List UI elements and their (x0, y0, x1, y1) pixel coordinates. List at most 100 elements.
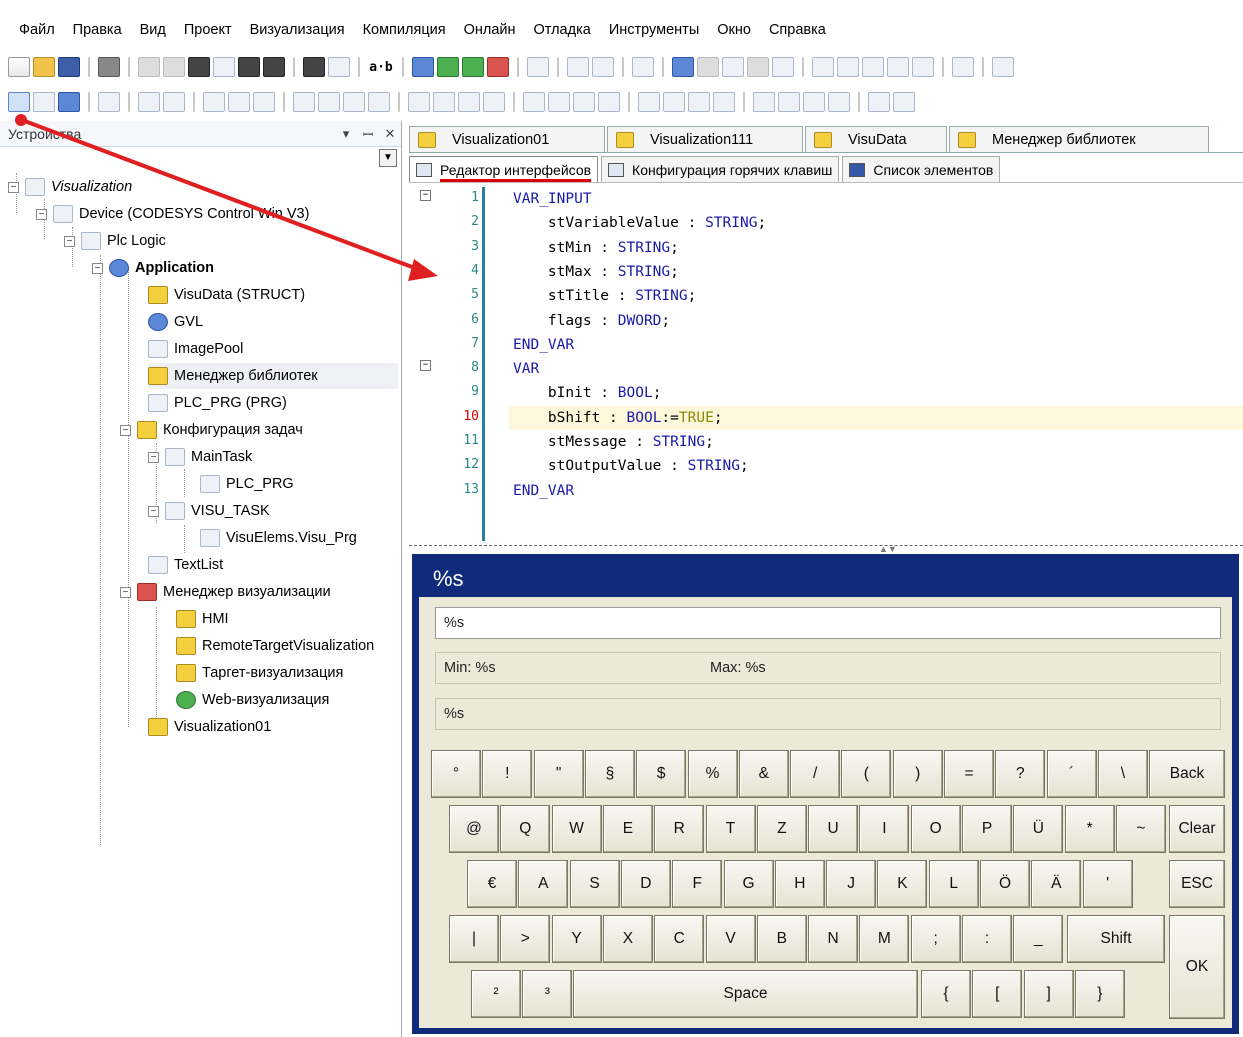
step-over-icon[interactable] (837, 57, 859, 77)
key[interactable]: _ (1013, 915, 1064, 963)
ok-key[interactable]: OK (1169, 915, 1225, 1019)
element-list-icon[interactable] (58, 92, 80, 112)
front-icon[interactable] (753, 92, 775, 112)
key[interactable]: ) (892, 750, 943, 798)
menu-item[interactable]: Правка (64, 22, 131, 38)
key[interactable]: Ö (980, 860, 1030, 908)
key[interactable]: ' (1082, 860, 1133, 908)
cut-icon[interactable] (188, 57, 210, 77)
clipboard-icon[interactable] (527, 57, 549, 77)
reset-icon[interactable] (772, 57, 794, 77)
keyboard-icon[interactable] (632, 57, 654, 77)
shift-key[interactable]: Shift (1067, 915, 1165, 963)
forward-icon[interactable] (803, 92, 825, 112)
key[interactable]: M (859, 915, 910, 963)
key[interactable]: : (962, 915, 1012, 963)
login-icon[interactable] (672, 57, 694, 77)
back-icon[interactable] (778, 92, 800, 112)
distribute-v3-icon[interactable] (573, 92, 595, 112)
interface-editor-icon[interactable] (98, 92, 120, 112)
key[interactable]: W (551, 805, 602, 853)
key[interactable]: T (705, 805, 756, 853)
stop-icon[interactable] (747, 57, 769, 77)
key[interactable]: { (921, 970, 971, 1018)
ungroup-icon[interactable] (163, 92, 185, 112)
back-key[interactable]: Back (1149, 750, 1225, 798)
size-icon[interactable] (638, 92, 660, 112)
tree-item-visudata[interactable]: VisuData (STRUCT) (148, 282, 305, 308)
menu-item[interactable]: Окно (708, 22, 760, 38)
backward-icon[interactable] (828, 92, 850, 112)
align-right-icon[interactable] (253, 92, 275, 112)
collapse-icon[interactable]: − (36, 208, 47, 220)
key[interactable]: ° (431, 750, 481, 798)
tree-item-visutask-call[interactable]: VisuElems.Visu_Prg (200, 525, 357, 551)
key[interactable]: * (1064, 805, 1115, 853)
distribute-v2-icon[interactable] (548, 92, 570, 112)
key[interactable]: H (774, 860, 825, 908)
key[interactable]: § (584, 750, 635, 798)
distribute-h4-icon[interactable] (483, 92, 505, 112)
esc-key[interactable]: ESC (1169, 860, 1225, 908)
space-key[interactable]: Space (573, 970, 918, 1018)
paste-icon[interactable] (238, 57, 260, 77)
key[interactable]: Y (551, 915, 602, 963)
tree-item-plc-prg[interactable]: PLC_PRG (PRG) (148, 390, 287, 416)
distribute-h2-icon[interactable] (433, 92, 455, 112)
key[interactable]: Ä (1031, 860, 1082, 908)
tree-item-visu-task[interactable]: − VISU_TASK (148, 498, 270, 524)
key[interactable]: J (826, 860, 877, 908)
build-icon[interactable] (437, 57, 459, 77)
key[interactable]: ; (910, 915, 961, 963)
menu-item[interactable]: Онлайн (455, 22, 525, 38)
layout-icon[interactable] (567, 57, 589, 77)
key[interactable]: ~ (1115, 805, 1166, 853)
key[interactable]: / (790, 750, 841, 798)
key[interactable]: S (569, 860, 620, 908)
key[interactable]: € (467, 860, 517, 908)
key[interactable]: ! (482, 750, 533, 798)
align-middle-icon[interactable] (318, 92, 340, 112)
menu-item[interactable]: Проект (175, 22, 241, 38)
tree-item-visualization01[interactable]: Visualization01 (148, 714, 271, 740)
collapse-icon[interactable]: − (148, 451, 159, 463)
key[interactable]: D (620, 860, 671, 908)
key[interactable]: F (672, 860, 723, 908)
tree-item-target-visu[interactable]: Таргет-визуализация (176, 660, 343, 686)
close-icon[interactable]: ✕ (379, 126, 401, 142)
tree-item-web-visu[interactable]: Web-визуализация (176, 687, 329, 713)
tree-item-device[interactable]: − Device (CODESYS Control Win V3) (36, 201, 309, 227)
key[interactable]: " (533, 750, 584, 798)
key[interactable]: B (756, 915, 807, 963)
export-icon[interactable] (592, 57, 614, 77)
declaration-editor[interactable]: − − 1 VAR_INPUT 2 stVariableValue : STRING… (409, 183, 1243, 545)
menu-item[interactable]: Инструменты (600, 22, 708, 38)
force-icon[interactable] (912, 57, 934, 77)
tree-item-imagepool[interactable]: ImagePool (148, 336, 243, 362)
collapse-icon[interactable]: − (92, 262, 103, 274)
tree-item-maintask-call[interactable]: PLC_PRG (200, 471, 294, 497)
size4-icon[interactable] (713, 92, 735, 112)
tree-item-plc-logic[interactable]: − Plc Logic (64, 228, 166, 254)
key[interactable]: V (705, 915, 756, 963)
clean-icon[interactable] (487, 57, 509, 77)
collapse-icon[interactable]: − (8, 181, 19, 193)
size3-icon[interactable] (688, 92, 710, 112)
key[interactable]: L (928, 860, 979, 908)
key[interactable]: % (687, 750, 738, 798)
key[interactable]: $ (636, 750, 687, 798)
select-mode-icon[interactable] (8, 92, 30, 112)
collapse-icon[interactable]: − (64, 235, 75, 247)
same-size-icon[interactable] (368, 92, 390, 112)
distribute-v4-icon[interactable] (598, 92, 620, 112)
distribute-v-icon[interactable] (523, 92, 545, 112)
tree-item-library-manager[interactable]: Менеджер библиотек (148, 363, 398, 389)
splitter[interactable]: ▲▼ (409, 544, 1243, 554)
key[interactable]: ? (995, 750, 1046, 798)
rebuild-icon[interactable] (462, 57, 484, 77)
pin-icon[interactable]: ꟷ (357, 125, 379, 143)
tree-dropdown-icon[interactable]: ▼ (379, 149, 397, 167)
tree-item-gvl[interactable]: GVL (148, 309, 203, 335)
redo-icon[interactable] (163, 57, 185, 77)
key[interactable]: ² (471, 970, 521, 1018)
